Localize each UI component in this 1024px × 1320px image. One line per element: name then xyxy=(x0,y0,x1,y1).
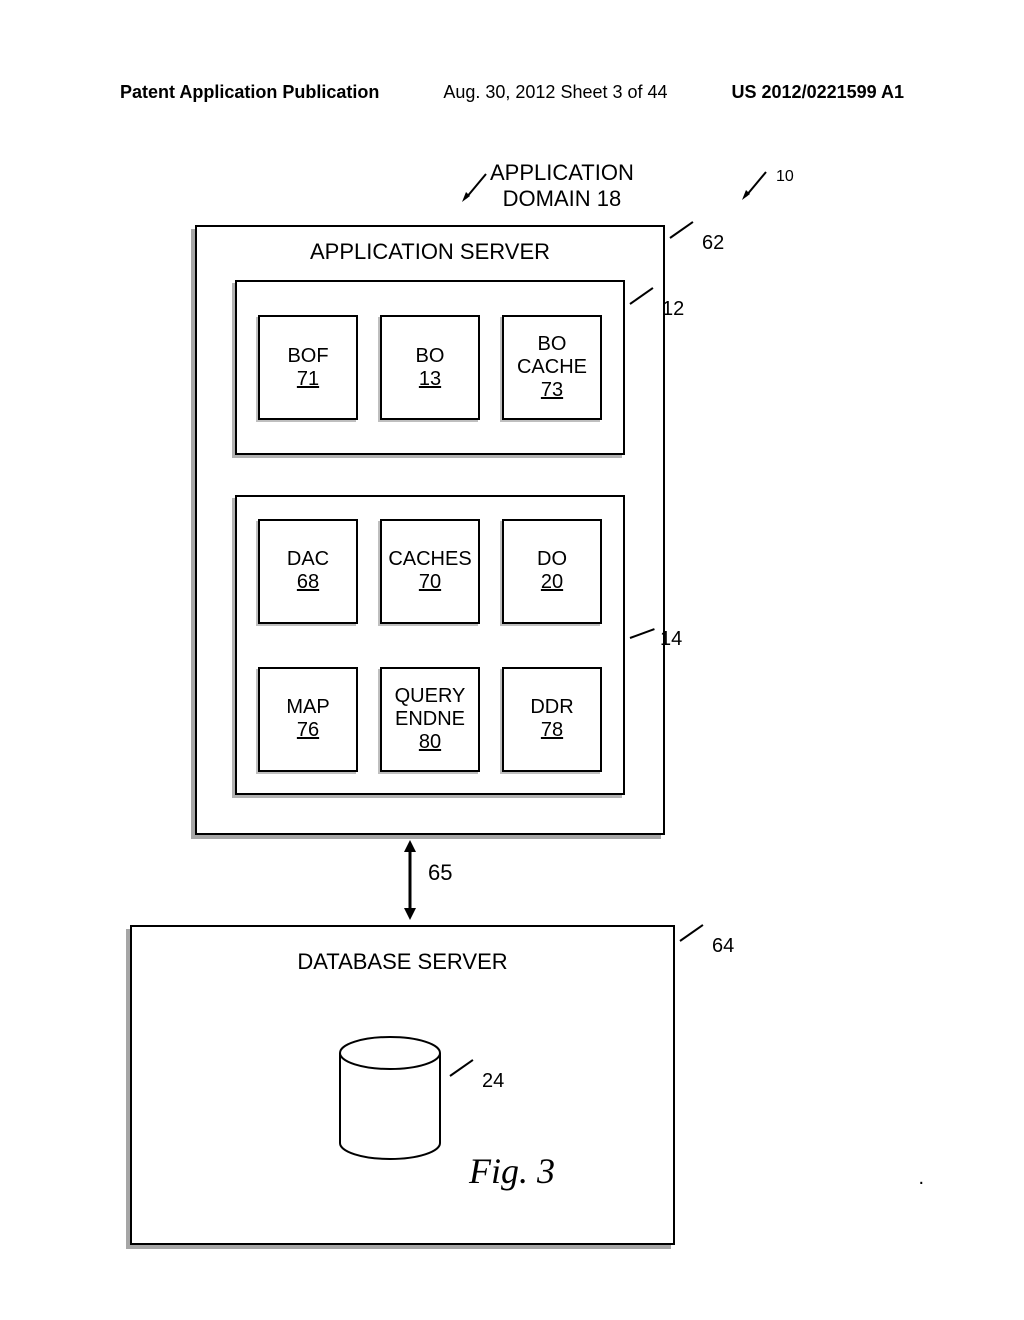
figure-caption: Fig. 3 xyxy=(0,1150,1024,1192)
box-bo-cache-label2: CACHE xyxy=(517,356,587,379)
box-bo: BO 13 xyxy=(380,315,480,420)
box-query-label2: ENDNE xyxy=(395,708,465,731)
reference-24: 24 xyxy=(450,1070,504,1093)
container-14: DAC 68 CACHES 70 DO 20 MAP 76 QUERY ENDN… xyxy=(235,495,625,795)
database-cylinder-icon xyxy=(335,1035,445,1165)
box-caches: CACHES 70 xyxy=(380,519,480,624)
box-bof: BOF 71 xyxy=(258,315,358,420)
box-dac-num: 68 xyxy=(297,571,319,594)
page-header: Patent Application Publication Aug. 30, … xyxy=(0,82,1024,103)
ref-14-text: 14 xyxy=(660,628,682,651)
app-domain-line1: APPLICATION xyxy=(490,160,634,186)
box-bo-label: BO xyxy=(416,345,445,368)
box-bo-cache-num: 73 xyxy=(541,379,563,402)
ref-64-text: 64 xyxy=(712,935,734,958)
box-query-endne: QUERY ENDNE 80 xyxy=(380,667,480,772)
box-bo-cache: BO CACHE 73 xyxy=(502,315,602,420)
box-map-num: 76 xyxy=(297,719,319,742)
reference-64: 64 xyxy=(680,935,734,958)
box-dac-label: DAC xyxy=(287,548,329,571)
application-domain-label: APPLICATION DOMAIN 18 xyxy=(490,160,634,212)
reference-62: 62 xyxy=(670,232,724,255)
box-caches-label: CACHES xyxy=(388,548,471,571)
reference-12: 12 xyxy=(630,298,684,321)
box-do: DO 20 xyxy=(502,519,602,624)
box-ddr-num: 78 xyxy=(541,719,563,742)
container-12: BOF 71 BO 13 BO CACHE 73 xyxy=(235,280,625,455)
box-ddr: DDR 78 xyxy=(502,667,602,772)
container-14-row2: MAP 76 QUERY ENDNE 80 DDR 78 xyxy=(237,645,623,793)
box-query-num: 80 xyxy=(419,731,441,754)
ref-12-text: 12 xyxy=(662,298,684,321)
diagram-area: APPLICATION DOMAIN 18 10 APPLICATION SER… xyxy=(0,140,1024,1240)
ref-10-text: 10 xyxy=(776,168,794,186)
box-map-label: MAP xyxy=(286,696,329,719)
app-domain-line2: DOMAIN 18 xyxy=(490,186,634,212)
box-bo-cache-label1: BO xyxy=(538,333,567,356)
box-bof-label: BOF xyxy=(287,345,328,368)
box-bof-num: 71 xyxy=(297,368,319,391)
header-right: US 2012/0221599 A1 xyxy=(732,82,904,103)
ref-62-text: 62 xyxy=(702,232,724,255)
leader-arrow-18 xyxy=(460,170,490,209)
box-map: MAP 76 xyxy=(258,667,358,772)
reference-65: 65 xyxy=(428,860,452,886)
box-dac: DAC 68 xyxy=(258,519,358,624)
box-query-label1: QUERY xyxy=(395,685,466,708)
reference-10: 10 xyxy=(740,168,794,202)
box-do-num: 20 xyxy=(541,571,563,594)
box-do-label: DO xyxy=(537,548,567,571)
container-14-row1: DAC 68 CACHES 70 DO 20 xyxy=(237,497,623,645)
box-ddr-label: DDR xyxy=(530,696,573,719)
box-caches-num: 70 xyxy=(419,571,441,594)
header-left: Patent Application Publication xyxy=(120,82,379,103)
box-bo-num: 13 xyxy=(419,368,441,391)
application-server-title: APPLICATION SERVER xyxy=(197,239,663,265)
connection-arrow-65 xyxy=(398,840,422,920)
reference-14: 14 xyxy=(630,628,682,651)
header-center: Aug. 30, 2012 Sheet 3 of 44 xyxy=(443,82,667,103)
database-server-title: DATABASE SERVER xyxy=(132,949,673,975)
ref-24-text: 24 xyxy=(482,1070,504,1093)
